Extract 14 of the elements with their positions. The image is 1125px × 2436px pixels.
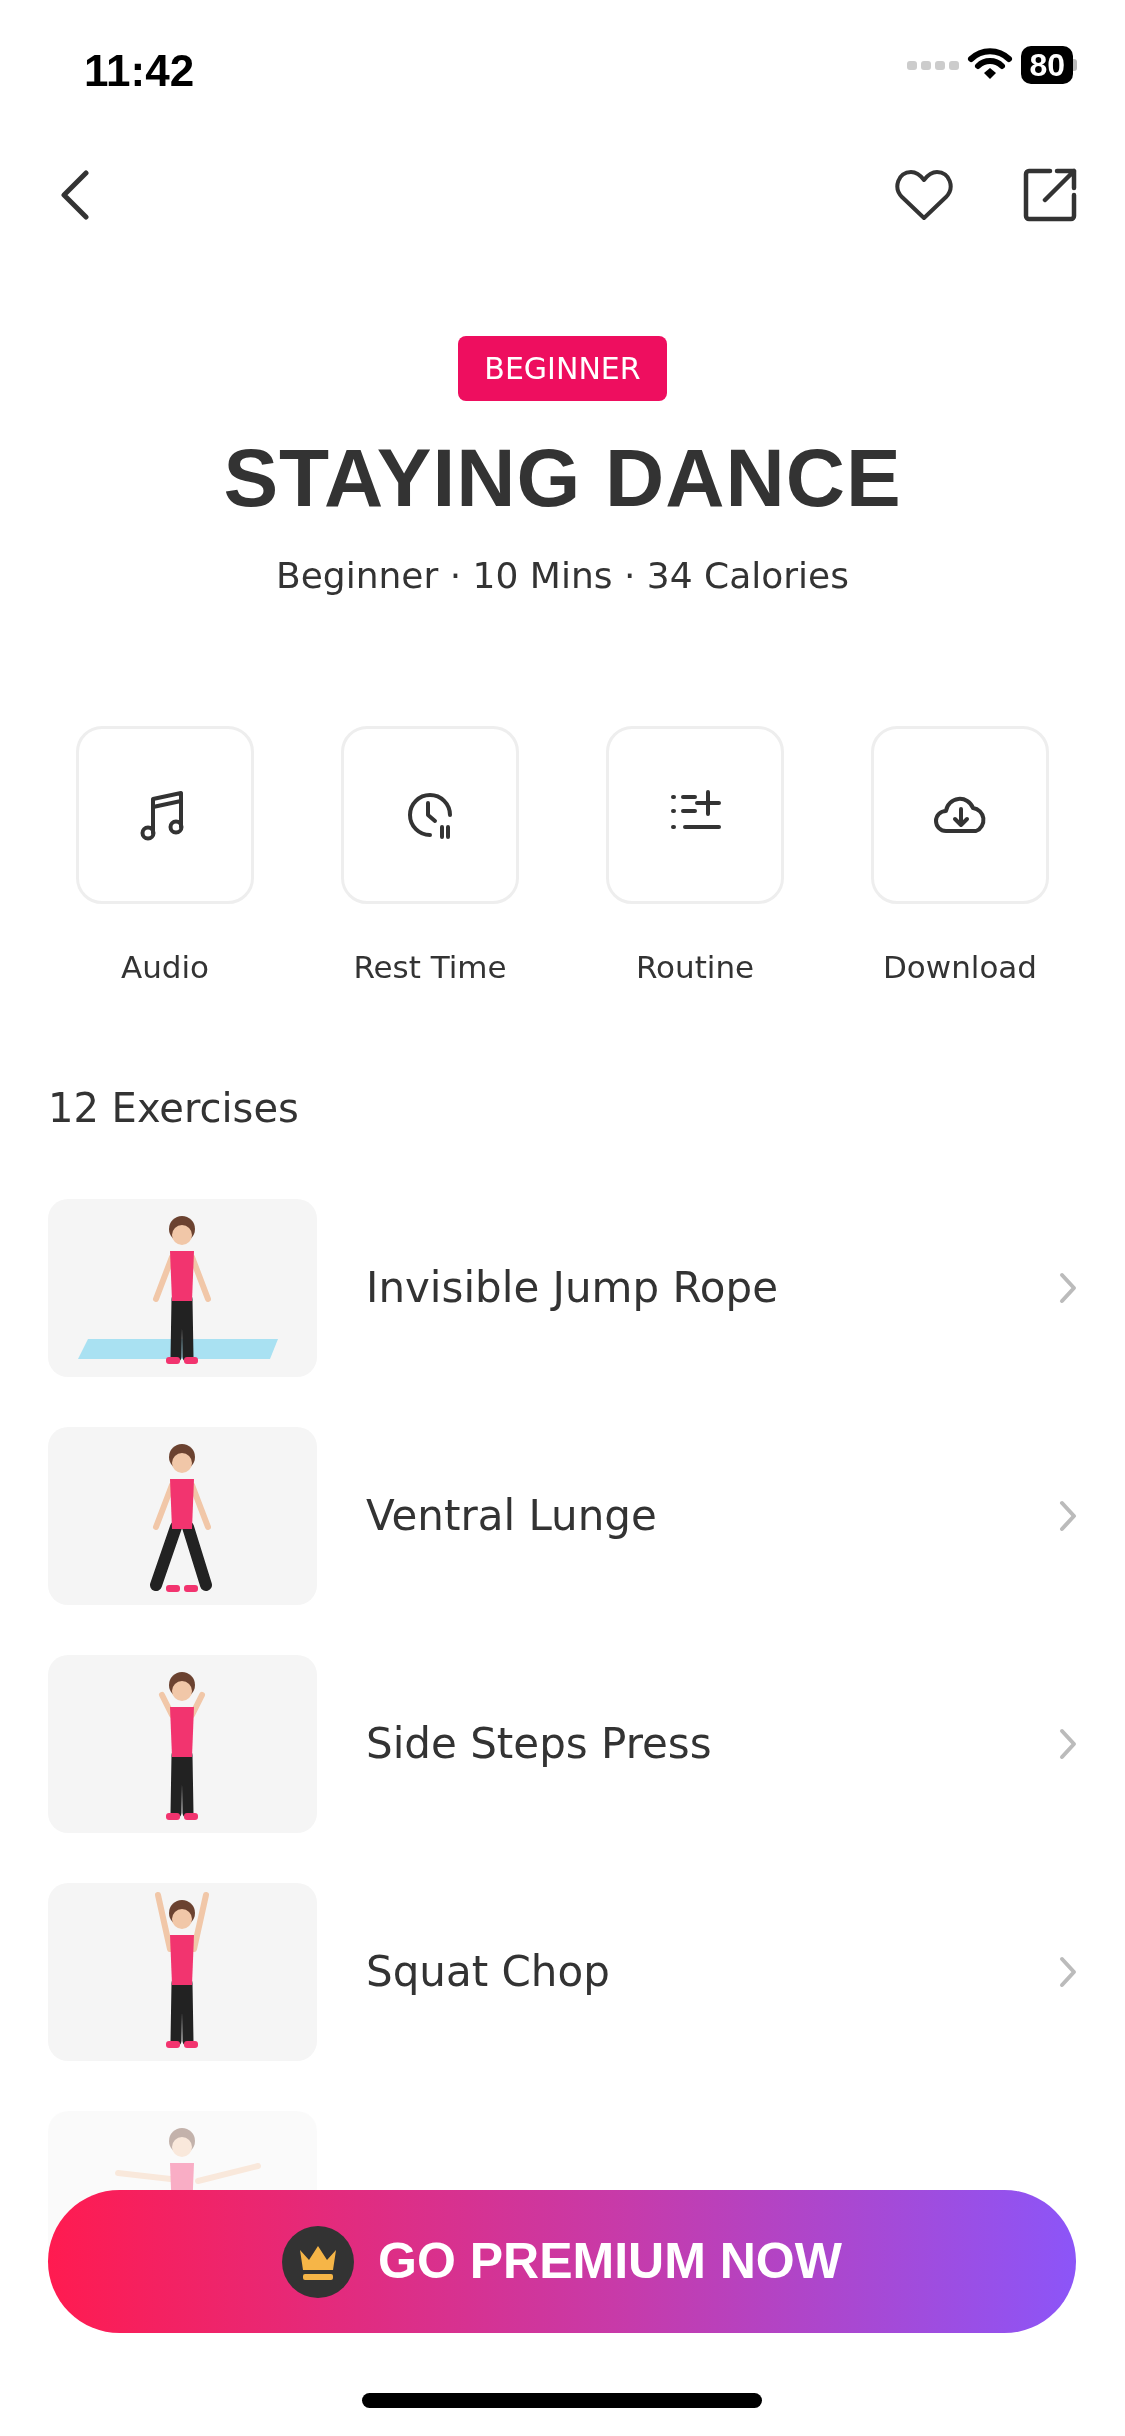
exercise-name[interactable]: Squat Chop bbox=[366, 1940, 1059, 2004]
exercise-count-heading: 12 Exercises bbox=[47, 1083, 300, 1133]
workout-summary: Beginner · 10 Mins · 34 Calories bbox=[276, 554, 849, 599]
exercise-name[interactable]: Side Steps Press bbox=[366, 1712, 1059, 1776]
action-label: Rest Time bbox=[353, 948, 507, 988]
exercise-name[interactable]: Ventral Lunge bbox=[366, 1484, 1059, 1548]
action-label: Download bbox=[882, 948, 1038, 988]
workout-title: STAYING DANCE bbox=[223, 431, 902, 525]
action-label: Routine bbox=[635, 948, 755, 988]
go-premium-button[interactable]: GO PREMIUM NOW bbox=[48, 2190, 1076, 2333]
clock-time: 11:42 bbox=[84, 45, 195, 97]
exercise-name[interactable]: Invisible Jump Rope bbox=[366, 1256, 1059, 1320]
level-badge: BEGINNER bbox=[458, 336, 667, 401]
action-label: Audio bbox=[120, 948, 210, 988]
